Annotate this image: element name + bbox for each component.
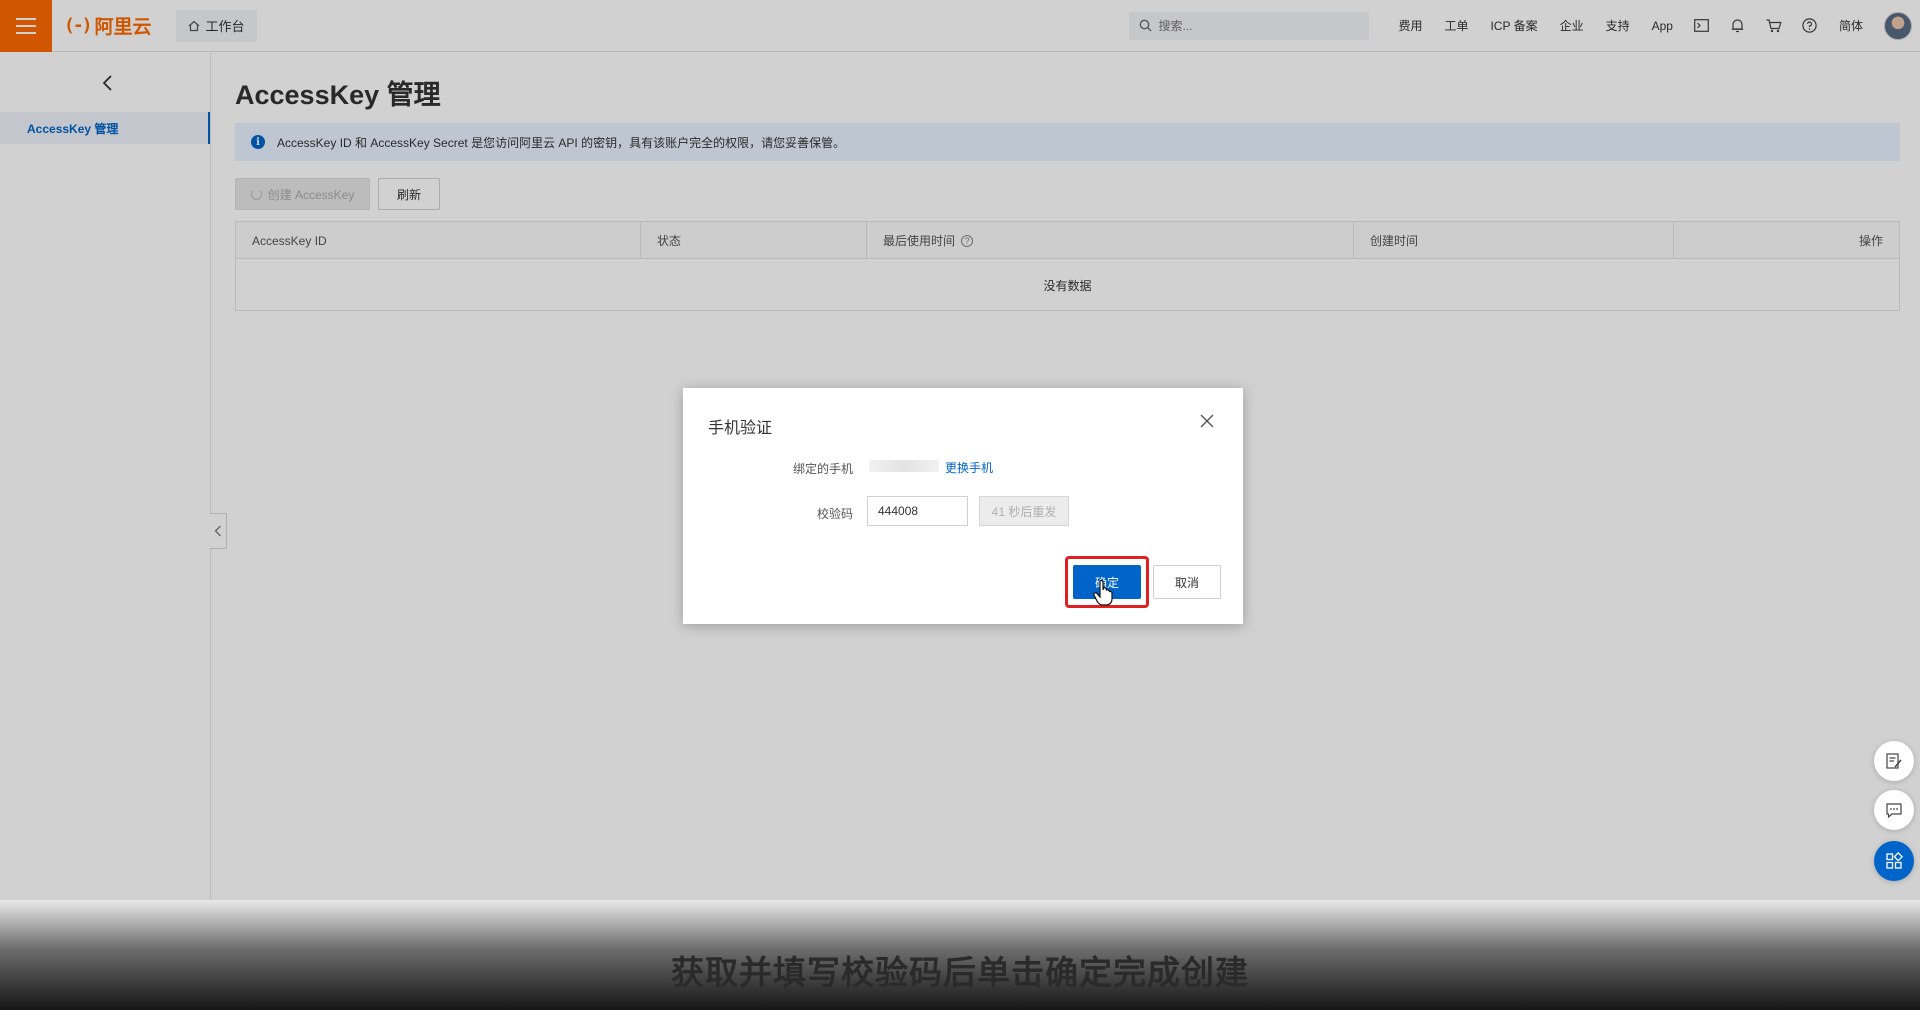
hand-pointer-cursor-icon — [1093, 580, 1113, 606]
close-icon[interactable] — [1198, 412, 1216, 430]
change-phone-link[interactable]: 更换手机 — [945, 459, 993, 476]
masked-phone-number — [869, 460, 939, 472]
apps-button[interactable] — [1874, 841, 1914, 881]
apps-grid-icon — [1886, 852, 1903, 869]
chat-icon — [1886, 803, 1902, 819]
resend-code-button[interactable]: 41 秒后重发 — [979, 496, 1069, 526]
verification-code-label: 校验码 — [816, 507, 853, 521]
caption-text: 获取并填写校验码后单击确定完成创建 — [671, 953, 1249, 992]
dialog-title: 手机验证 — [708, 420, 773, 437]
tutorial-caption-band: 获取并填写校验码后单击确定完成创建 — [0, 900, 1920, 1010]
edit-note-icon — [1886, 753, 1902, 769]
bound-phone-label: 绑定的手机 — [792, 462, 853, 476]
cancel-button[interactable]: 取消 — [1153, 565, 1221, 599]
chat-button[interactable] — [1874, 790, 1914, 830]
feedback-button[interactable] — [1874, 741, 1914, 781]
phone-verification-dialog: 手机验证 绑定的手机 更换手机 校验码 41 秒后重发 确定 取消 — [683, 388, 1243, 624]
verification-code-input[interactable] — [867, 496, 968, 526]
